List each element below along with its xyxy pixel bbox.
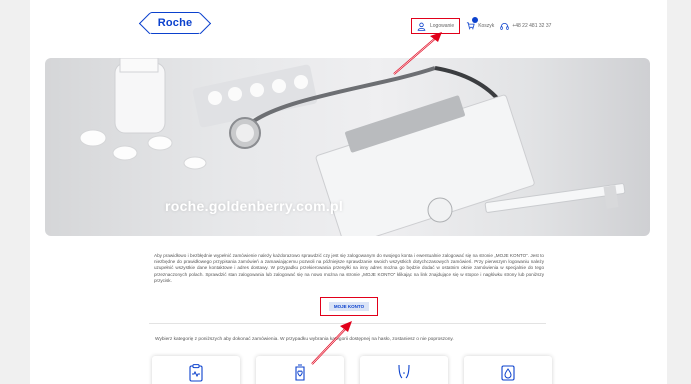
category-card[interactable] bbox=[464, 356, 552, 384]
logo-text: Roche bbox=[157, 17, 193, 29]
page: Roche Logowanie Koszyk +48 22 481 32 37 … bbox=[30, 0, 667, 384]
cart-badge bbox=[472, 16, 479, 23]
hero-watermark: roche.goldenberry.com.pl bbox=[165, 198, 344, 214]
cart-label: Koszyk bbox=[478, 23, 495, 29]
hero-illustration bbox=[79, 58, 626, 236]
roche-logo[interactable]: Roche bbox=[149, 12, 201, 34]
body-icon bbox=[398, 364, 410, 379]
device-heart-icon bbox=[295, 364, 305, 381]
arrow-to-login bbox=[393, 32, 442, 75]
arrow-to-moje-konto bbox=[311, 321, 352, 365]
moje-konto-button[interactable]: MOJE KONTO bbox=[328, 302, 370, 311]
category-card[interactable] bbox=[360, 356, 448, 384]
headset-icon bbox=[500, 22, 509, 30]
cart-link[interactable]: Koszyk bbox=[466, 16, 495, 32]
category-card[interactable] bbox=[152, 356, 240, 384]
phone-number: +48 22 481 32 37 bbox=[512, 23, 552, 29]
clipboard-chart-icon bbox=[189, 364, 203, 382]
category-instructions: Wybierz kategorię z poniższych aby dokon… bbox=[155, 337, 454, 342]
drop-icon bbox=[501, 365, 515, 381]
hero-banner: roche.goldenberry.com.pl bbox=[45, 58, 650, 236]
intro-text: Aby prawidłowo i bezbłędnie wypełnić zam… bbox=[154, 253, 544, 283]
moje-konto-button-frame[interactable]: MOJE KONTO bbox=[320, 297, 378, 316]
phone-link[interactable]: +48 22 481 32 37 bbox=[500, 22, 551, 31]
